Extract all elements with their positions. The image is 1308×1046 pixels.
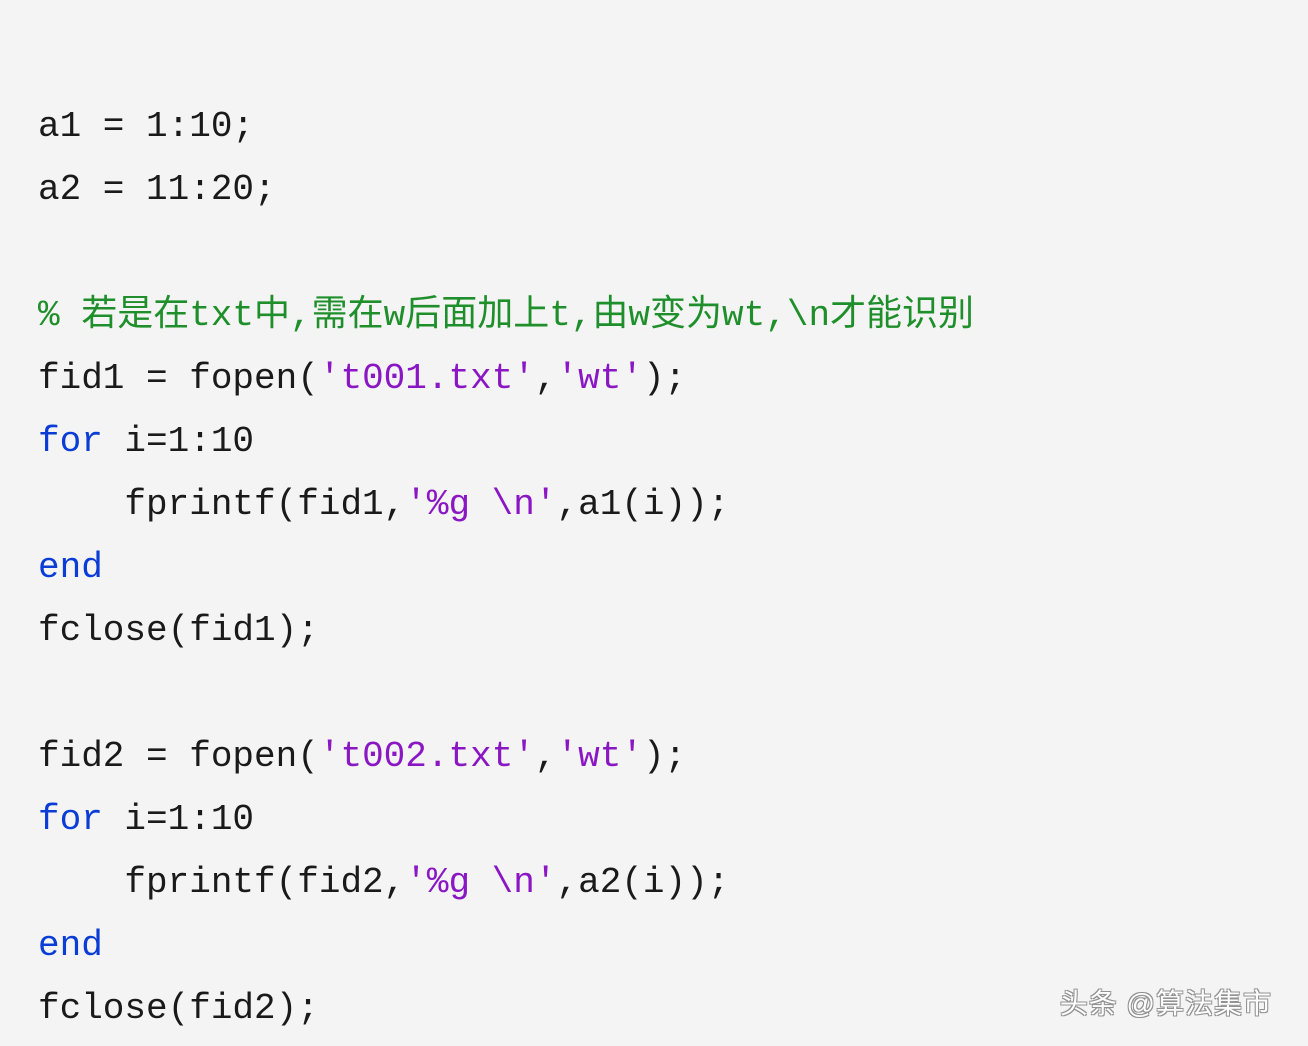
code-keyword: for xyxy=(38,799,103,840)
code-text: ,a1(i)); xyxy=(557,484,730,525)
code-text: i=1:10 xyxy=(103,799,254,840)
code-text: ,a2(i)); xyxy=(557,862,730,903)
code-string: 'wt' xyxy=(557,358,643,399)
code-text: i=1:10 xyxy=(103,421,254,462)
code-line: fid2 = fopen('t002.txt','wt'); xyxy=(38,736,686,777)
code-text: , xyxy=(535,358,557,399)
code-text: fid1 = fopen( xyxy=(38,358,319,399)
code-keyword: end xyxy=(38,547,103,588)
code-line: fprintf(fid1,'%g \n',a1(i)); xyxy=(38,484,729,525)
code-string: 'wt' xyxy=(557,736,643,777)
code-line: fclose(fid1); xyxy=(38,610,319,651)
code-comment: % 若是在txt中,需在w后面加上t,由w变为wt,\n才能识别 xyxy=(38,295,974,336)
code-keyword: for xyxy=(38,421,103,462)
code-line: fid1 = fopen('t001.txt','wt'); xyxy=(38,358,686,399)
code-string: 't001.txt' xyxy=(319,358,535,399)
code-string: '%g \n' xyxy=(405,862,556,903)
code-text: ); xyxy=(643,736,686,777)
code-keyword: end xyxy=(38,925,103,966)
code-text: fprintf(fid1, xyxy=(38,484,405,525)
code-text: ); xyxy=(643,358,686,399)
code-line: a2 = 11:20; xyxy=(38,169,276,210)
code-text: fid2 = fopen( xyxy=(38,736,319,777)
code-line: a1 = 1:10; xyxy=(38,106,254,147)
code-text: fprintf(fid2, xyxy=(38,862,405,903)
code-text: , xyxy=(535,736,557,777)
code-line: for i=1:10 xyxy=(38,799,254,840)
code-line: fprintf(fid2,'%g \n',a2(i)); xyxy=(38,862,729,903)
code-string: '%g \n' xyxy=(405,484,556,525)
code-line: for i=1:10 xyxy=(38,421,254,462)
code-block: a1 = 1:10; a2 = 11:20; % 若是在txt中,需在w后面加上… xyxy=(0,0,1308,1046)
code-string: 't002.txt' xyxy=(319,736,535,777)
watermark-text: 头条 @算法集市 xyxy=(1060,982,1272,1022)
code-line: fclose(fid2); xyxy=(38,988,319,1029)
